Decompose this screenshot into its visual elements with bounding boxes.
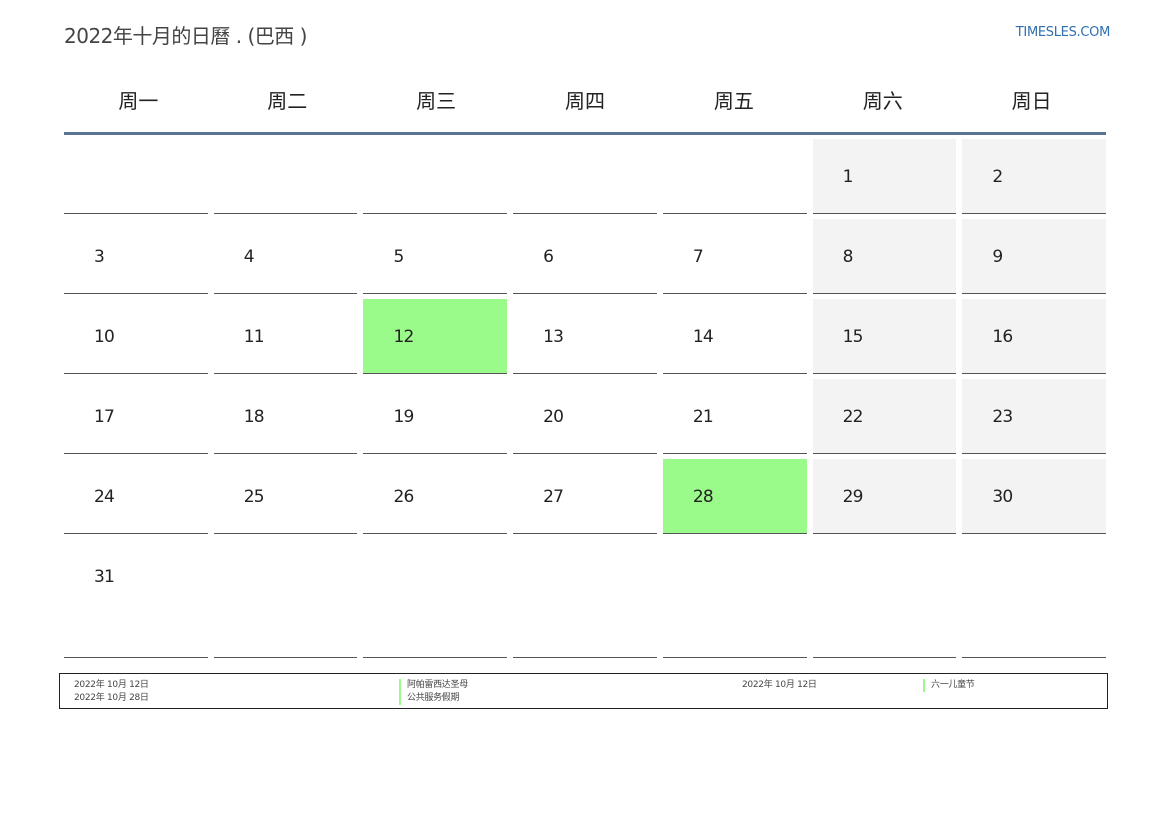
calendar-day-cell[interactable]: 29 [812,459,957,534]
calendar-day-cell[interactable]: 3 [64,219,208,294]
calendar-day-cell[interactable]: 6 [513,219,657,294]
calendar-day-empty [213,139,358,214]
calendar-week-row: 12 [64,139,1107,214]
page-title: 2022年十月的日曆 . (巴西 ) [64,24,307,48]
day-number: 10 [94,327,115,347]
calendar-day-cell[interactable]: 22 [812,379,957,454]
day-number: 1 [842,167,854,187]
calendar-day-cell[interactable]: 13 [513,299,657,374]
day-number: 16 [992,327,1013,347]
legend-date: 2022年 10月 12日 [742,680,817,690]
day-number: 26 [393,487,414,507]
calendar-day-cell[interactable]: 27 [513,459,657,534]
legend-date: 2022年 10月 28日 [74,693,149,703]
day-number: 21 [692,407,714,427]
calendar-day-empty [213,539,358,658]
calendar-day-cell[interactable]: 12 [363,299,508,374]
calendar-day-cell[interactable]: 7 [662,219,807,294]
day-number: 24 [94,487,115,507]
calendar-day-cell[interactable]: 17 [64,379,208,454]
day-number: 4 [243,247,255,267]
weekday-thu: 周四 [565,89,605,113]
calendar-day-cell[interactable]: 16 [962,299,1107,374]
calendar-day-cell[interactable]: 28 [662,459,807,534]
calendar-day-cell[interactable]: 10 [64,299,208,374]
calendar-day-cell[interactable]: 25 [213,459,358,534]
calendar-day-cell[interactable]: 5 [363,219,508,294]
calendar-day-cell[interactable]: 2 [962,139,1107,214]
calendar-day-cell[interactable]: 18 [213,379,358,454]
calendar-day-empty [513,539,657,658]
calendar-day-empty [962,539,1107,658]
calendar-week-row: 31 [64,539,1107,658]
weekday-sun: 周日 [1011,89,1052,113]
day-number: 18 [243,407,265,427]
day-number: 9 [992,247,1003,267]
day-number: 25 [243,487,265,507]
day-number: 5 [393,247,404,267]
calendar-day-cell[interactable]: 19 [363,379,508,454]
calendar-day-cell[interactable]: 9 [962,219,1107,294]
day-number: 3 [94,247,105,267]
calendar-day-cell[interactable]: 11 [213,299,358,374]
calendar-week-row: 10 11 12 13 14 15 16 [64,299,1107,374]
day-number: 17 [94,407,115,427]
day-number: 6 [543,247,554,267]
day-number: 15 [842,327,864,347]
calendar-day-cell[interactable]: 31 [64,539,208,658]
day-number: 8 [842,247,854,267]
calendar-day-cell[interactable]: 24 [64,459,208,534]
holiday-legend: 2022年 10月 12日 2022年 10月 28日 阿帕雷西达圣母 公共服务… [59,673,1108,709]
day-number: 27 [543,487,564,507]
weekday-header: 周一 周二 周三 周四 周五 周六 周日 [64,70,1106,135]
day-number: 12 [393,327,414,347]
calendar-day-cell[interactable]: 30 [962,459,1107,534]
calendar-day-cell[interactable]: 15 [812,299,957,374]
day-number: 14 [692,327,714,347]
day-number: 22 [842,407,864,427]
calendar-day-cell[interactable]: 26 [363,459,508,534]
day-number: 28 [692,487,714,507]
day-number: 29 [842,487,864,507]
calendar-grid: 1 2 3 4 5 6 7 8 9 10 11 12 13 14 15 16 17 18 19 20 21 22 23 24 2… [64,139,1107,663]
day-number: 13 [543,327,564,347]
calendar-day-empty [513,139,657,214]
day-number: 19 [393,407,414,427]
day-number: 11 [243,327,265,347]
brand-link[interactable]: TIMESLES.COM [1016,25,1111,40]
calendar-day-cell[interactable]: 14 [662,299,807,374]
calendar-week-row: 24 25 26 27 28 29 30 [64,459,1107,534]
calendar-day-cell[interactable]: 21 [662,379,807,454]
weekday-tue: 周二 [267,89,308,113]
calendar-day-empty [662,539,807,658]
calendar-day-empty [64,139,208,214]
calendar-day-cell[interactable]: 4 [213,219,358,294]
legend-holiday-name: 公共服务假期 [399,692,460,705]
legend-date: 2022年 10月 12日 [74,680,149,690]
calendar-day-cell[interactable]: 1 [812,139,957,214]
weekday-mon: 周一 [118,89,159,113]
calendar-day-empty [363,139,508,214]
day-number: 7 [692,247,704,267]
day-number: 20 [543,407,564,427]
day-number: 2 [992,167,1003,187]
legend-holiday-name: 阿帕雷西达圣母 [399,679,468,692]
calendar-day-empty [662,139,807,214]
calendar-week-row: 3 4 5 6 7 8 9 [64,219,1107,294]
calendar-week-row: 17 18 19 20 21 22 23 [64,379,1107,454]
weekday-wed: 周三 [416,89,457,113]
day-number: 30 [992,487,1013,507]
calendar-day-empty [812,539,957,658]
calendar-day-cell[interactable]: 8 [812,219,957,294]
calendar-day-cell[interactable]: 23 [962,379,1107,454]
calendar-day-cell[interactable]: 20 [513,379,657,454]
weekday-fri: 周五 [713,89,754,113]
weekday-sat: 周六 [862,89,903,113]
legend-holiday-name: 六一儿童节 [923,679,975,692]
calendar-day-empty [363,539,508,658]
day-number: 23 [992,407,1013,427]
day-number: 31 [94,567,115,587]
